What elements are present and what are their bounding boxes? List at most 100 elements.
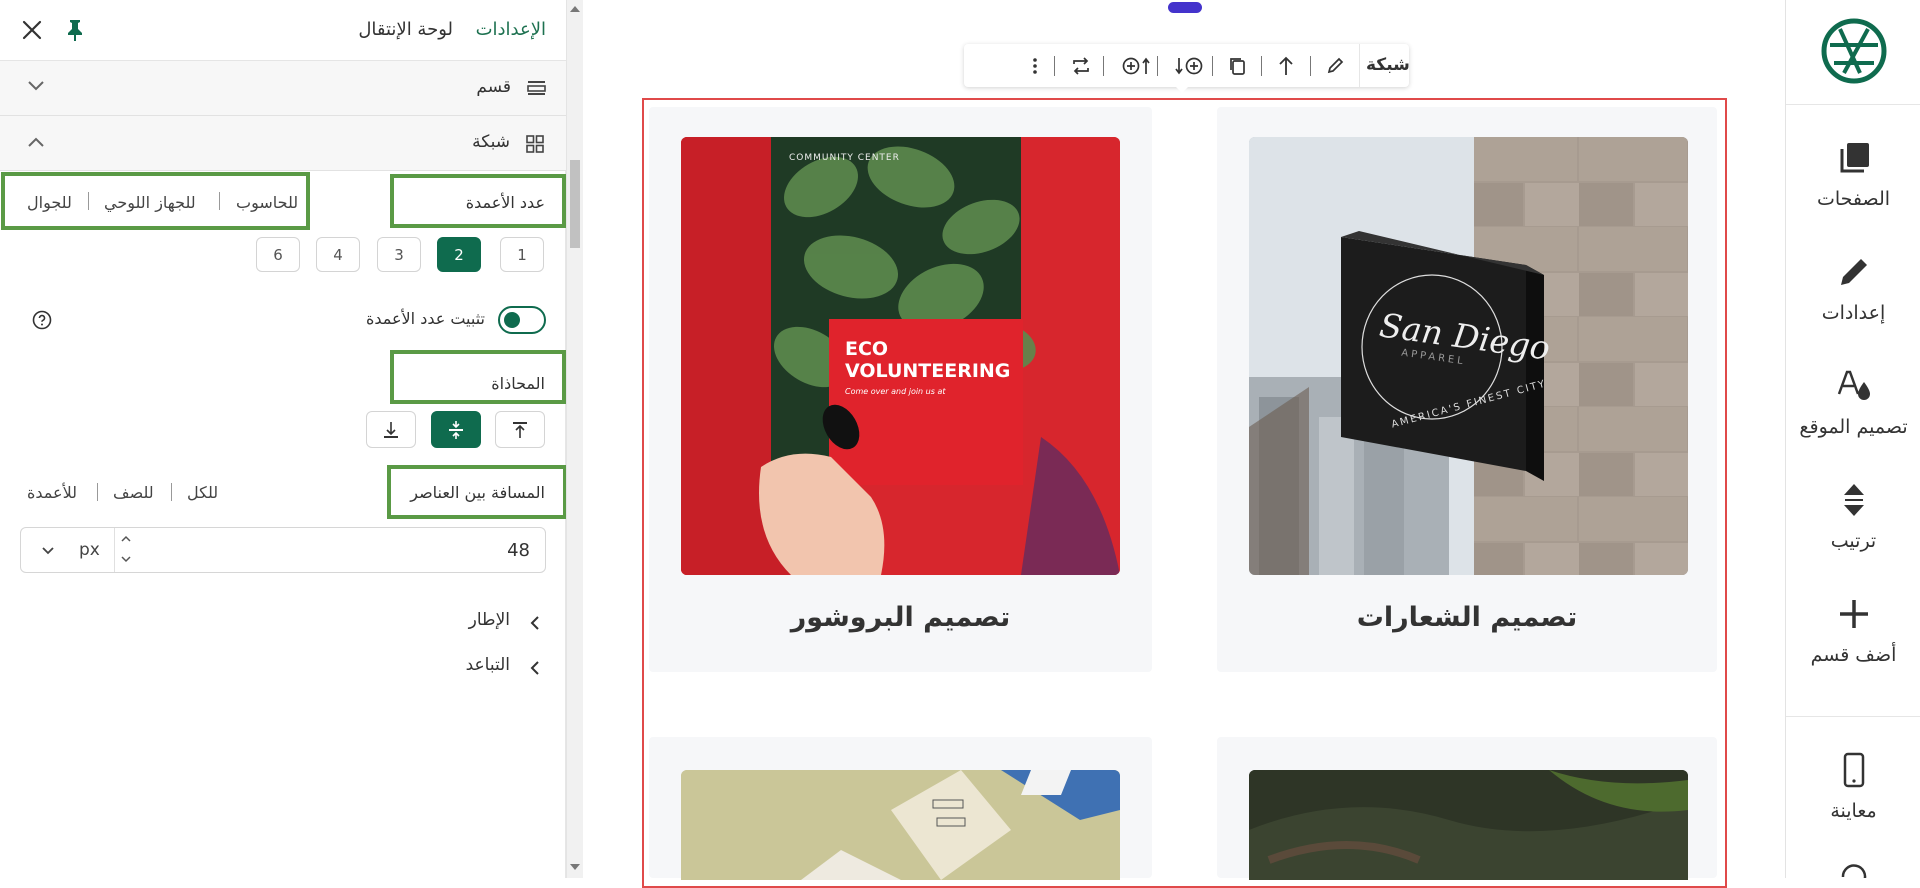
chevron-up-icon — [27, 136, 45, 148]
drag-handle[interactable] — [1168, 2, 1202, 13]
settings-panel: الإعدادات لوحة الإنتقال قسم شبكة عدد الأ… — [0, 0, 583, 878]
toolbar-pointer — [1175, 86, 1189, 93]
spacing-separator — [97, 483, 98, 501]
alignment-label: المحاذاة — [491, 374, 545, 393]
close-icon[interactable] — [21, 19, 43, 41]
align-top-icon — [513, 421, 527, 438]
editor-canvas: San Diego APPAREL AMERICA'S FINEST CITY … — [583, 0, 1785, 888]
columns-option-2[interactable]: 2 — [437, 237, 481, 272]
border-section[interactable]: الإطار — [469, 610, 510, 630]
stepper-up-icon[interactable] — [120, 534, 132, 544]
move-up-icon[interactable] — [1272, 52, 1300, 80]
chevron-left-icon — [528, 615, 540, 631]
spacing-row[interactable]: للصف — [113, 483, 154, 502]
toolbar-divider — [1359, 44, 1360, 87]
section-icon — [527, 80, 546, 96]
edit-pencil-icon[interactable] — [1321, 52, 1349, 80]
card-lower-left[interactable] — [649, 737, 1152, 880]
nav-site-design[interactable]: تصميم الموقع — [1786, 368, 1920, 438]
grid-accordion[interactable]: شبكة — [0, 116, 566, 171]
align-bottom-button[interactable] — [366, 411, 416, 448]
spacing-all[interactable]: للكل — [187, 483, 218, 502]
align-top-button[interactable] — [495, 411, 545, 448]
device-separator — [88, 192, 89, 210]
scroll-up-arrow[interactable] — [570, 6, 580, 12]
nav-preview-label: معاينة — [1830, 800, 1877, 822]
unit-dropdown-icon[interactable] — [41, 546, 55, 556]
spacing-label: المسافة بين العناصر — [410, 483, 545, 502]
panel-scrollbar[interactable] — [566, 0, 583, 878]
more-options-icon[interactable] — [1021, 52, 1049, 80]
nav-design-label: تصميم الموقع — [1799, 416, 1908, 438]
input-divider — [114, 528, 115, 572]
nav-settings[interactable]: إعدادات — [1786, 254, 1920, 324]
card-lower-right[interactable] — [1217, 737, 1717, 880]
swap-icon[interactable] — [1067, 52, 1095, 80]
nav-pages[interactable]: الصفحات — [1786, 140, 1920, 210]
toggle-knob — [504, 312, 520, 328]
brochure-image: COMMUNITY CENTER ECO VOLUNTEERING Come o… — [681, 137, 1120, 575]
align-center-icon — [449, 420, 463, 439]
grid-icon — [526, 135, 544, 153]
tags-image — [681, 770, 1120, 880]
card-title: تصميم البروشور — [790, 602, 1011, 633]
device-desktop[interactable]: للحاسوب — [236, 193, 298, 212]
columns-option-3[interactable]: 3 — [377, 237, 421, 272]
spacing-input[interactable]: 48 px — [20, 527, 546, 573]
device-tablet[interactable]: للجهاز اللوحي — [104, 193, 196, 212]
card-brochure-design[interactable]: COMMUNITY CENTER ECO VOLUNTEERING Come o… — [649, 107, 1152, 672]
add-below-icon[interactable] — [1173, 52, 1207, 80]
device-separator — [219, 192, 220, 210]
columns-label: عدد الأعمدة — [465, 193, 545, 212]
brochure-line1: ECO — [845, 338, 889, 360]
help-icon[interactable] — [32, 310, 52, 330]
nav-preview[interactable]: معاينة — [1786, 752, 1920, 822]
mobile-preview-icon — [1843, 752, 1864, 788]
scroll-thumb[interactable] — [570, 160, 580, 248]
align-center-button[interactable] — [431, 411, 481, 448]
pencil-icon — [1840, 259, 1867, 285]
toolbar-separator — [1054, 56, 1055, 76]
scroll-down-arrow[interactable] — [570, 864, 580, 870]
brochure-line2: VOLUNTEERING — [845, 360, 1011, 382]
rail-divider — [1786, 716, 1920, 717]
tab-navigator[interactable]: لوحة الإنتقال — [358, 19, 453, 40]
tab-settings[interactable]: الإعدادات — [476, 19, 546, 40]
toolbar-separator — [1261, 56, 1262, 76]
toolbar-separator — [1103, 56, 1104, 76]
card-title: تصميم الشعارات — [1356, 602, 1578, 633]
design-icon — [1837, 370, 1870, 400]
section-label: قسم — [476, 77, 511, 97]
spacing-value[interactable]: 48 — [507, 540, 530, 561]
duplicate-icon[interactable] — [1223, 52, 1251, 80]
spacing-columns[interactable]: للأعمدة — [27, 483, 77, 502]
nav-order-label: ترتيب — [1830, 530, 1877, 552]
brochure-sub: Come over and join us at — [845, 387, 946, 396]
columns-option-6[interactable]: 6 — [256, 237, 300, 272]
plus-icon — [1839, 600, 1868, 628]
fix-columns-label: تثبيت عدد الأعمدة — [365, 309, 485, 328]
spacing-separator — [171, 483, 172, 501]
history-icon[interactable] — [1838, 860, 1868, 878]
rail-divider — [1786, 104, 1920, 105]
device-mobile[interactable]: للجوال — [27, 193, 72, 212]
main-navigation-rail: الصفحات إعدادات تصميم الموقع ترتيب أضف ق… — [1785, 0, 1920, 878]
nav-order[interactable]: ترتيب — [1786, 482, 1920, 552]
toolbar-separator — [1212, 56, 1213, 76]
unit-value[interactable]: px — [79, 540, 100, 560]
logo-sign-image: San Diego APPAREL AMERICA'S FINEST CITY — [1249, 137, 1688, 575]
forest-image — [1249, 770, 1688, 880]
add-above-icon[interactable] — [1119, 52, 1153, 80]
columns-option-1[interactable]: 1 — [500, 237, 544, 272]
chevron-down-icon — [27, 80, 45, 92]
columns-option-4[interactable]: 4 — [316, 237, 360, 272]
grid-label: شبكة — [472, 132, 510, 152]
site-logo[interactable] — [1820, 15, 1888, 87]
card-logo-design[interactable]: San Diego APPAREL AMERICA'S FINEST CITY … — [1217, 107, 1717, 672]
section-accordion[interactable]: قسم — [0, 61, 566, 116]
stepper-down-icon[interactable] — [120, 554, 132, 564]
fix-columns-toggle[interactable] — [498, 306, 546, 334]
distance-section[interactable]: التباعد — [466, 655, 510, 675]
pin-icon[interactable] — [64, 18, 86, 42]
nav-add-section[interactable]: أضف قسم — [1786, 596, 1920, 666]
